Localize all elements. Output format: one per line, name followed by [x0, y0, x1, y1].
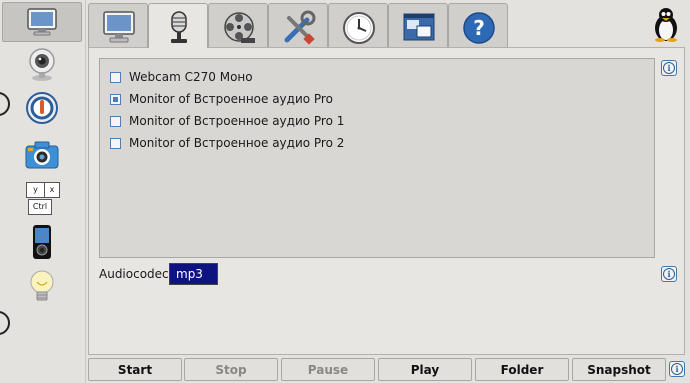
windows-icon [403, 13, 435, 41]
stop-button[interactable]: Stop [184, 358, 278, 381]
lightbulb-icon[interactable] [24, 268, 60, 304]
control-button-bar: Start Stop Pause Play Folder Snapshot i [88, 358, 685, 382]
tab-window[interactable] [388, 3, 448, 47]
tab-video-codec[interactable] [208, 3, 268, 47]
device-info-button[interactable]: i [661, 60, 677, 76]
tab-settings[interactable] [268, 3, 328, 47]
device-item[interactable]: Monitor of Встроенное аудио Pro 1 [110, 112, 344, 130]
sidebar: y x Ctrl [0, 0, 84, 383]
monitor-icon [103, 11, 135, 43]
sidebar-item-monitor[interactable] [2, 2, 82, 42]
clock-icon [343, 12, 375, 44]
audio-device-list: Webcam C270 Моно Monitor of Встроенное а… [99, 58, 655, 258]
help-icon: ? [463, 12, 495, 44]
power-toggle-icon[interactable] [24, 90, 60, 126]
camera-icon[interactable] [24, 138, 60, 174]
media-player-icon[interactable] [24, 224, 60, 260]
device-checkbox[interactable] [110, 93, 121, 105]
key-y: y [26, 182, 45, 198]
tab-help[interactable]: ? [448, 3, 508, 47]
scroll-left-indicator [0, 92, 10, 116]
audio-settings-panel: Webcam C270 Моно Monitor of Встроенное а… [88, 47, 685, 355]
scroll-left-indicator-bottom [0, 311, 10, 335]
device-checkbox[interactable] [110, 137, 121, 149]
device-item[interactable]: Webcam C270 Моно [110, 68, 253, 86]
play-button[interactable]: Play [378, 358, 472, 381]
audiocodec-info-button[interactable]: i [661, 266, 677, 282]
tools-icon [284, 10, 316, 45]
tab-timer[interactable] [328, 3, 388, 47]
audiocodec-label: Audiocodec [99, 267, 169, 281]
device-item[interactable]: Monitor of Встроенное аудио Pro 2 [110, 134, 344, 152]
film-reel-icon [224, 12, 255, 43]
device-label: Monitor of Встроенное аудио Pro [129, 92, 333, 106]
info-icon: i [663, 62, 675, 74]
device-item[interactable]: Monitor of Встроенное аудио Pro [110, 90, 333, 108]
device-checkbox[interactable] [110, 71, 121, 83]
device-label: Webcam C270 Моно [129, 70, 253, 84]
buttons-info-button[interactable]: i [669, 361, 685, 377]
tab-audio[interactable] [148, 3, 208, 48]
key-ctrl: Ctrl [28, 199, 52, 215]
snapshot-button[interactable]: Snapshot [572, 358, 666, 381]
sidebar-divider [85, 0, 86, 383]
start-button[interactable]: Start [88, 358, 182, 381]
device-label: Monitor of Встроенное аудио Pro 2 [129, 136, 345, 150]
info-icon: i [663, 268, 675, 280]
monitor-icon [27, 8, 57, 36]
svg-text:?: ? [473, 16, 485, 40]
device-label: Monitor of Встроенное аудио Pro 1 [129, 114, 345, 128]
key-x: x [44, 182, 60, 198]
keyboard-shortcut-icon[interactable]: y x Ctrl [24, 180, 64, 216]
folder-button[interactable]: Folder [475, 358, 569, 381]
microphone-icon [171, 11, 187, 43]
webcam-icon[interactable] [24, 46, 60, 82]
pause-button[interactable]: Pause [281, 358, 375, 381]
audiocodec-select[interactable]: mp3 [169, 263, 218, 285]
info-icon: i [671, 363, 683, 375]
tab-screen[interactable] [88, 3, 148, 47]
tux-icon [655, 8, 677, 42]
device-checkbox[interactable] [110, 115, 121, 127]
